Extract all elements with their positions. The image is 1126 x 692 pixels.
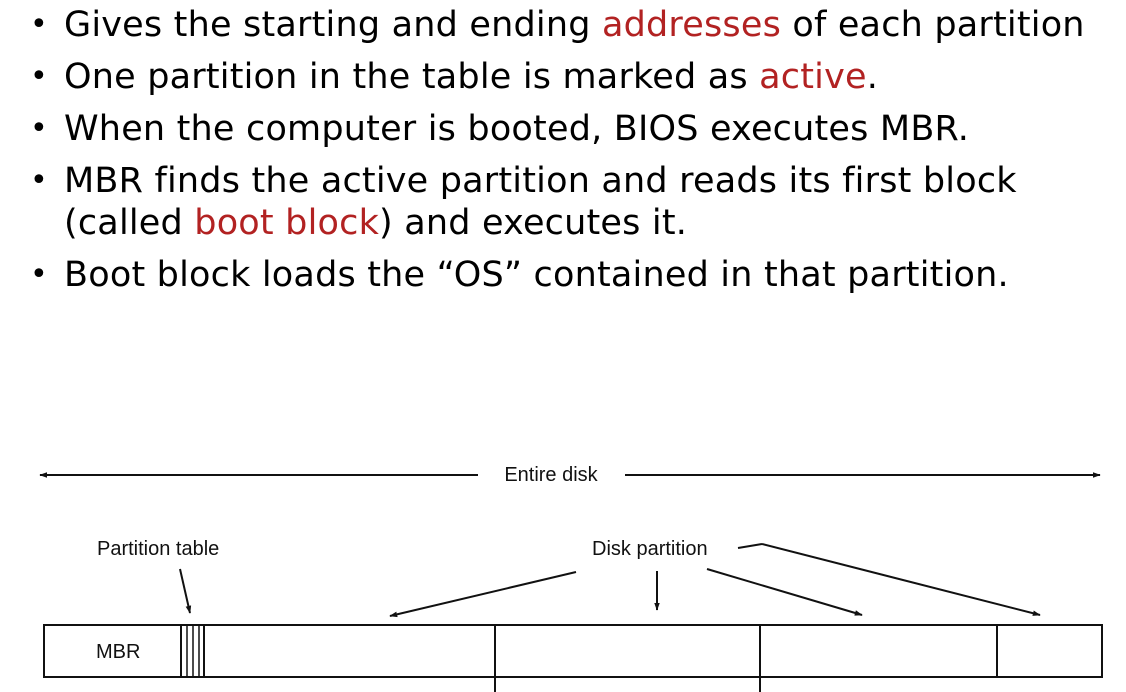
mbr-label: MBR [96,641,140,663]
partition-arrow-1 [389,571,577,618]
bullet-text: Boot block loads the “OS” contained in t… [64,255,1009,295]
bullet-dot: • [30,257,48,292]
bullet-text: Gives the starting and ending addresses … [64,5,1085,45]
bullet-dot: • [30,59,48,94]
disk-partition-leader [737,543,763,549]
bullet-dot: • [30,7,48,42]
partition-arrow-4 [761,543,1041,616]
bullet-text: When the computer is booted, BIOS execut… [64,109,970,149]
bullet-dot: • [30,111,48,146]
bullet-text: MBR finds the active partition and reads… [64,161,1017,243]
entire-disk-label: Entire disk [504,464,598,486]
bullet-dot: • [30,163,48,198]
bullet-item-addresses: • Gives the starting and ending addresse… [28,4,1118,46]
disk-partition-label: Disk partition [592,538,708,560]
bullet-item-loads-os: • Boot block loads the “OS” contained in… [28,254,1118,296]
disk-bar [43,624,1103,678]
bullet-list: • Gives the starting and ending addresse… [28,4,1118,306]
partition-table-arrow [179,568,192,614]
bullet-item-boot-block: • MBR finds the active partition and rea… [28,160,1118,244]
bullet-item-active: • One partition in the table is marked a… [28,56,1118,98]
partition-arrow-3 [706,568,863,616]
bullet-item-bios: • When the computer is booted, BIOS exec… [28,108,1118,150]
partition-table-label: Partition table [97,538,219,560]
bullet-text: One partition in the table is marked as … [64,57,879,97]
disk-layout-diagram: Entire disk Partition table Disk partiti… [39,464,1103,692]
